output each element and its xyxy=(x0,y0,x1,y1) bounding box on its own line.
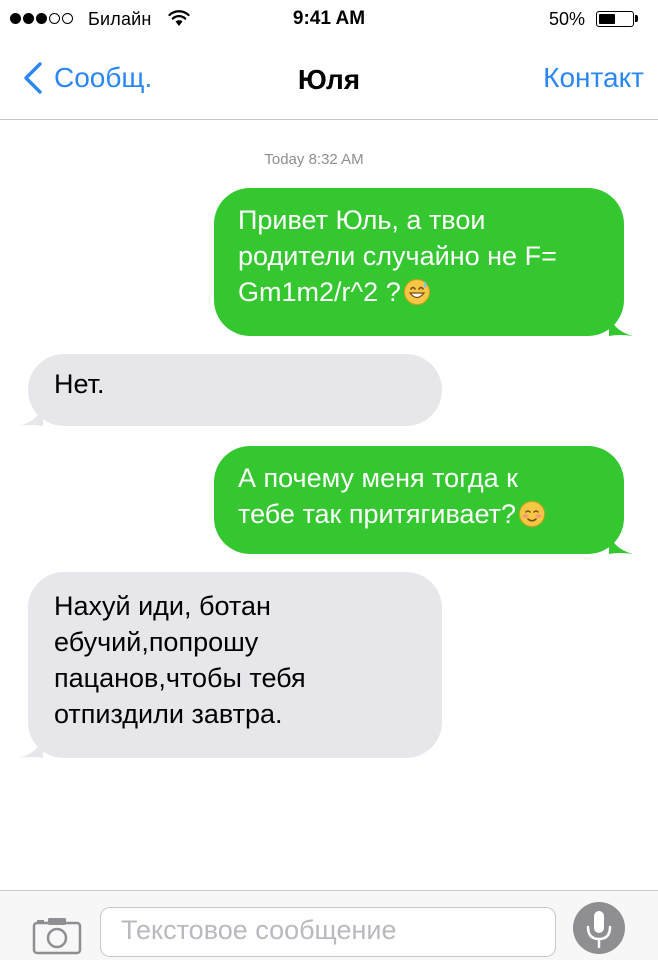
incoming-message-bubble[interactable]: Нахуй иди, ботан ебучий,попрошу пацанов,… xyxy=(19,572,442,758)
message-input-bar: Текстовое сообщение xyxy=(0,890,658,960)
message-text: Нет. xyxy=(54,369,105,399)
navigation-bar: Сообщ. Юля Контакт xyxy=(0,40,658,120)
outgoing-message-bubble[interactable]: Привет Юль, а твои родители случайно не … xyxy=(214,188,633,336)
contact-button[interactable]: Контакт xyxy=(543,62,644,94)
message-text: Привет Юль, а твои родители случайно не … xyxy=(238,205,557,307)
grinning-sweat-emoji-icon xyxy=(403,279,430,305)
conversation-timestamp: Today 8:32 AM xyxy=(264,151,364,168)
camera-icon[interactable] xyxy=(32,915,82,955)
message-text: Нахуй иди, ботан ебучий,попрошу пацанов,… xyxy=(54,591,306,729)
battery-level xyxy=(599,14,615,24)
bubble-tail xyxy=(19,402,43,426)
incoming-message-bubble[interactable]: Нет. xyxy=(19,354,442,426)
microphone-icon[interactable] xyxy=(572,901,626,955)
message-text: А почему меня тогда к тебе так притягива… xyxy=(238,463,518,529)
battery-percent: 50% xyxy=(549,9,586,29)
smiling-blush-emoji-icon xyxy=(519,501,546,527)
status-bar: Билайн 9:41 AM 50% xyxy=(0,0,658,40)
battery-tip xyxy=(635,15,638,22)
battery-icon xyxy=(596,11,634,27)
message-text-field[interactable]: Текстовое сообщение xyxy=(100,907,556,957)
bubble-tail xyxy=(19,734,43,758)
outgoing-message-bubble[interactable]: А почему меня тогда к тебе так притягива… xyxy=(214,446,633,554)
bubble-tail xyxy=(609,530,633,554)
bubble-tail xyxy=(609,312,633,336)
